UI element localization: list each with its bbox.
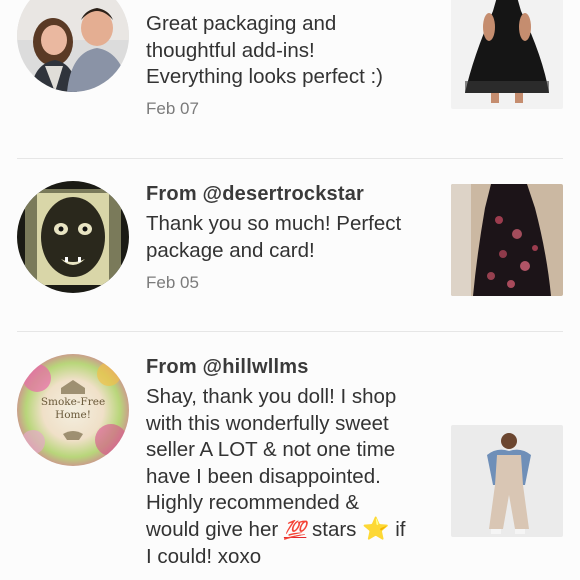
avatar-badge-text: Smoke-Free Home! — [40, 396, 106, 421]
review-message: Shay, thank you doll! I shop with this w… — [146, 385, 406, 568]
love-notes-feed: Great packaging and thoughtful add-ins! … — [0, 0, 580, 580]
listing-thumbnail[interactable] — [451, 425, 563, 537]
face-filter-photo-icon — [17, 181, 129, 293]
review-card[interactable]: Smoke-Free Home! From @hillwllms Shay, t… — [0, 331, 580, 580]
avatar[interactable] — [17, 181, 129, 293]
review-message: Thank you so much! Perfect package and c… — [146, 212, 402, 262]
avatar[interactable] — [17, 0, 129, 92]
jumpsuit-model-photo-icon — [451, 425, 563, 537]
review-card[interactable]: Great packaging and thoughtful add-ins! … — [0, 0, 580, 158]
listing-thumbnail[interactable] — [451, 0, 563, 109]
review-date: Feb 05 — [146, 273, 199, 292]
review-author[interactable]: From @desertrockstar — [146, 183, 364, 206]
review-author[interactable]: From @hillwllms — [146, 356, 309, 379]
review-date: Feb 07 — [146, 99, 199, 118]
avatar[interactable]: Smoke-Free Home! — [17, 354, 129, 466]
black-dress-photo-icon — [451, 0, 563, 109]
listing-thumbnail[interactable] — [451, 184, 563, 296]
star-emoji-icon: ⭐ — [362, 516, 390, 542]
hundred-points-emoji-icon: 💯 — [283, 519, 307, 541]
couple-photo-icon — [17, 0, 129, 92]
review-message: Great packaging and thoughtful add-ins! … — [146, 12, 383, 88]
review-card[interactable]: From @desertrockstar Thank you so much! … — [0, 158, 580, 330]
floral-dress-photo-icon — [451, 184, 563, 296]
